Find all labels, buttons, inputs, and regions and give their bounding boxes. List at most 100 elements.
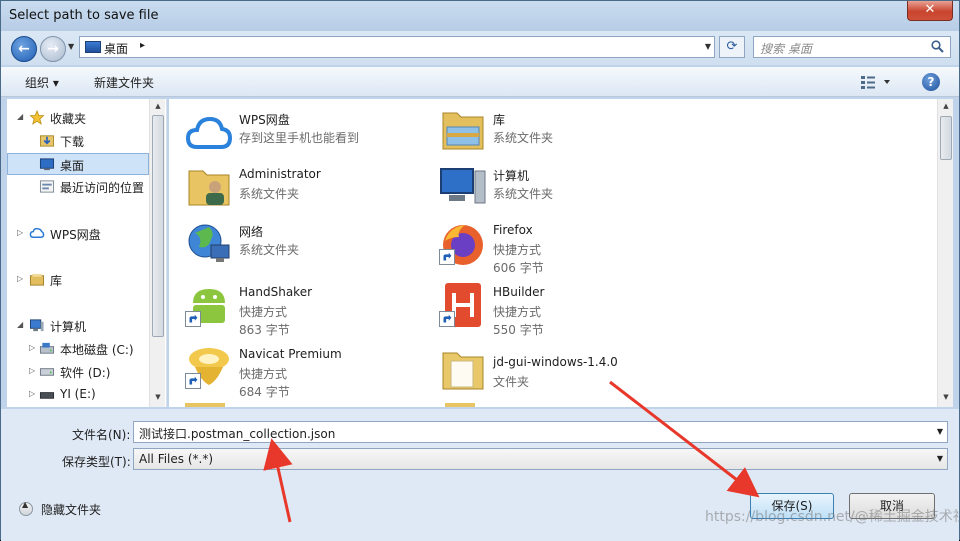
sidebar-item-computer[interactable]: ◢ 计算机 xyxy=(7,315,149,337)
disk-icon xyxy=(39,368,55,376)
navigation-pane: ◢ 收藏夹 下载 桌面 最近访问的位置 ▷ WPS网盘 ▷ 库 ◢ 计算机 ▷ … xyxy=(7,99,167,407)
list-item-wps-cloud[interactable]: WPS网盘 存到这里手机也能看到 xyxy=(169,107,419,167)
list-item-administrator[interactable]: Administrator 系统文件夹 xyxy=(169,163,419,223)
recent-places-icon xyxy=(39,180,55,193)
library-folder-icon xyxy=(442,112,484,150)
new-folder-button[interactable]: 新建文件夹 xyxy=(94,74,154,91)
scroll-down-arrow-icon[interactable]: ▼ xyxy=(153,393,163,403)
network-globe-icon xyxy=(188,224,230,262)
file-name: Navicat Premium xyxy=(239,347,342,361)
filename-label: 文件名(N): xyxy=(72,428,131,442)
list-item-handshaker[interactable]: HandShaker 快捷方式 863 字节 xyxy=(169,281,419,341)
sidebar-item-desktop[interactable]: 桌面 xyxy=(7,153,149,175)
sidebar-item-libraries[interactable]: ▷ 库 xyxy=(7,269,149,291)
computer-monitor-icon xyxy=(440,168,486,204)
chevron-down-icon[interactable]: ▼ xyxy=(937,454,943,463)
collapse-arrow-icon[interactable]: ◢ xyxy=(17,320,23,329)
address-dropdown-button[interactable]: ▼ xyxy=(701,39,715,55)
filename-input[interactable]: 测试接口.postman_collection.json ▼ xyxy=(133,421,948,443)
collapse-arrow-icon[interactable]: ◢ xyxy=(17,112,23,121)
folder-icon xyxy=(442,352,484,390)
window-title: Select path to save file xyxy=(9,8,159,23)
sidebar-item-label: WPS网盘 xyxy=(50,228,101,242)
filename-value[interactable]: 测试接口.postman_collection.json xyxy=(139,425,335,442)
sidebar-item-recent-places[interactable]: 最近访问的位置 xyxy=(7,176,149,198)
file-size: 684 字节 xyxy=(239,385,290,399)
file-description: 系统文件夹 xyxy=(239,243,300,257)
address-path[interactable]: 桌面 xyxy=(104,40,128,57)
file-name: WPS网盘 xyxy=(239,113,290,127)
expand-arrow-icon[interactable]: ▷ xyxy=(29,343,35,352)
search-icon[interactable] xyxy=(931,40,944,53)
list-item-libraries[interactable]: 库 系统文件夹 xyxy=(423,107,673,167)
wps-cloud-icon xyxy=(185,116,233,149)
filetype-label: 保存类型(T): xyxy=(62,455,131,469)
user-folder-icon xyxy=(188,170,230,206)
sidebar-item-label: 下载 xyxy=(60,135,85,149)
file-size: 550 字节 xyxy=(493,323,544,337)
sidebar-item-label: 收藏夹 xyxy=(50,112,87,126)
expand-arrow-icon[interactable]: ▷ xyxy=(17,274,23,283)
sidebar-item-label: YI (E:) xyxy=(60,387,96,401)
title-bar: Select path to save file ✕ xyxy=(1,1,959,31)
file-size: 863 字节 xyxy=(239,323,290,337)
sidebar-item-drive-c[interactable]: ▷ 本地磁盘 (C:) xyxy=(7,338,149,360)
sidebar-item-wps-cloud[interactable]: ▷ WPS网盘 xyxy=(7,223,149,245)
scrollbar-thumb[interactable] xyxy=(152,115,164,337)
help-button[interactable]: ? xyxy=(922,73,940,91)
file-name: Firefox xyxy=(493,223,533,237)
list-item-computer[interactable]: 计算机 系统文件夹 xyxy=(423,163,673,223)
file-type: 快捷方式 xyxy=(493,243,542,257)
sidebar-item-favorites[interactable]: ◢ 收藏夹 xyxy=(7,107,149,129)
file-description: 系统文件夹 xyxy=(493,187,554,201)
organize-menu-button[interactable]: 组织 ▾ xyxy=(25,74,59,91)
scrollbar-thumb[interactable] xyxy=(940,116,952,160)
file-list-scrollbar[interactable]: ▲ ▼ xyxy=(937,99,953,407)
view-options-icon[interactable] xyxy=(859,73,893,91)
list-item-firefox[interactable]: Firefox 快捷方式 606 字节 xyxy=(423,219,673,279)
file-description: 文件夹 xyxy=(493,375,530,389)
scroll-down-arrow-icon[interactable]: ▼ xyxy=(941,393,951,403)
list-item-network[interactable]: 网络 系统文件夹 xyxy=(169,219,419,279)
expand-arrow-icon[interactable]: ▷ xyxy=(17,228,23,237)
expand-arrow-icon[interactable]: ▷ xyxy=(29,366,35,375)
search-placeholder: 搜索 桌面 xyxy=(760,42,812,56)
scroll-up-arrow-icon[interactable]: ▲ xyxy=(941,102,951,112)
file-name: Administrator xyxy=(239,167,321,181)
file-name: 计算机 xyxy=(493,169,530,183)
breadcrumb-chevron-icon[interactable]: ▸ xyxy=(140,40,145,51)
back-button[interactable]: ← xyxy=(11,36,37,62)
refresh-button[interactable]: ⟳ xyxy=(719,36,745,58)
disk-icon xyxy=(39,342,55,354)
filetype-value[interactable]: All Files (*.*) xyxy=(139,452,213,466)
filetype-select[interactable]: All Files (*.*) ▼ xyxy=(133,448,948,470)
file-name: HBuilder xyxy=(493,285,545,299)
computer-icon xyxy=(29,319,44,332)
scroll-up-arrow-icon[interactable]: ▲ xyxy=(153,102,163,112)
recent-locations-dropdown[interactable]: ▼ xyxy=(68,42,78,54)
cloud-icon xyxy=(29,227,45,238)
sidebar-item-label: 本地磁盘 (C:) xyxy=(60,343,134,357)
file-size: 606 字节 xyxy=(493,261,544,275)
sidebar-item-label: 库 xyxy=(50,274,63,288)
sidebar-item-downloads[interactable]: 下载 xyxy=(7,130,149,152)
command-toolbar: 组织 ▾ 新建文件夹 ? xyxy=(1,67,959,97)
shortcut-arrow-icon xyxy=(185,311,201,327)
expand-arrow-icon[interactable]: ▷ xyxy=(29,389,35,398)
navigation-pane-scrollbar[interactable]: ▲ ▼ xyxy=(149,99,165,407)
list-item-navicat[interactable]: Navicat Premium 快捷方式 684 字节 xyxy=(169,343,419,403)
sidebar-item-label: 软件 (D:) xyxy=(60,366,111,380)
file-description: 系统文件夹 xyxy=(493,131,554,145)
shortcut-arrow-icon xyxy=(439,311,455,327)
file-name: HandShaker xyxy=(239,285,313,299)
address-bar[interactable]: 桌面 ▸ xyxy=(79,36,715,58)
close-button[interactable]: ✕ xyxy=(907,1,953,21)
sidebar-item-drive-e[interactable]: ▷ YI (E:) xyxy=(7,384,149,406)
list-item-hbuilder[interactable]: HBuilder 快捷方式 550 字节 xyxy=(423,281,673,341)
chevron-down-icon[interactable]: ▼ xyxy=(937,427,943,436)
sidebar-item-drive-d[interactable]: ▷ 软件 (D:) xyxy=(7,361,149,383)
list-item-jd-gui[interactable]: jd-gui-windows-1.4.0 文件夹 xyxy=(423,351,673,407)
forward-button[interactable]: → xyxy=(40,36,66,62)
search-input[interactable]: 搜索 桌面 xyxy=(753,36,951,58)
partial-folder-icon xyxy=(445,403,475,407)
